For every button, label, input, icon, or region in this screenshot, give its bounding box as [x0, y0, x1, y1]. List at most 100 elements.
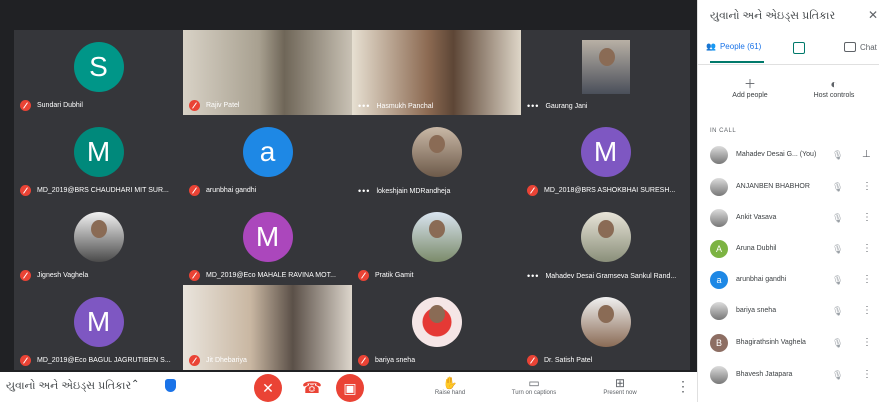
participant-photo: [581, 40, 630, 95]
present-button[interactable]: ⊞ Present now: [590, 376, 650, 396]
participant-avatar: a: [242, 127, 293, 178]
participant-tile[interactable]: M MD_2018@BRS ASHOKBHAI SURESH...: [521, 115, 690, 200]
in-call-heading: IN CALL: [710, 128, 737, 134]
participant-tile[interactable]: ••• Hasmukh Panchal: [352, 30, 521, 115]
participant-label: Jignesh Vaghela: [20, 270, 179, 281]
avatar: a: [710, 271, 728, 289]
add-people-button[interactable]: ＋ Add people: [710, 76, 790, 99]
participant-label: bariya sneha: [358, 355, 517, 366]
more-icon: •••: [527, 101, 540, 111]
participant-label: MD_2019@Eco BAGUL JAGRUTIBEN S...: [20, 355, 179, 366]
mic-off-icon: [358, 270, 369, 281]
more-options-icon[interactable]: ⋮: [862, 305, 872, 316]
top-bar: [0, 0, 697, 30]
present-icon: ⊞: [614, 376, 626, 390]
captions-label: Turn on captions: [511, 390, 557, 396]
mic-off-icon: 🎙: [832, 213, 844, 223]
more-options-icon[interactable]: ⋮: [862, 274, 872, 285]
tab-people[interactable]: 👥 People (61): [706, 42, 761, 51]
participant-label: MD_2019@Eco MAHALE RAVINA MOT...: [189, 270, 348, 281]
participant-label: Pratik Gamit: [358, 270, 517, 281]
participant-tile[interactable]: M MD_2019@Eco MAHALE RAVINA MOT...: [183, 200, 352, 285]
participant-list-item[interactable]: A Aruna Dubhil 🎙 ⋮: [698, 236, 879, 266]
participant-list-item[interactable]: ANJANBEN BHABHOR 🎙 ⋮: [698, 174, 879, 204]
participant-name: MD_2018@BRS ASHOKBHAI SURESH...: [544, 187, 676, 194]
participant-name: bariya sneha: [375, 357, 416, 364]
participant-grid: S Sundari Dubhil Rajiv Patel ••• Hasmukh …: [14, 30, 690, 370]
checklist-icon[interactable]: [793, 42, 805, 54]
captions-button[interactable]: ▭ Turn on captions: [504, 376, 564, 396]
participant-name: Jignesh Vaghela: [37, 272, 89, 279]
pin-icon[interactable]: ⊥: [862, 149, 871, 160]
participant-tile[interactable]: Jignesh Vaghela: [14, 200, 183, 285]
host-controls-button[interactable]: ◐ Host controls: [794, 76, 874, 99]
participant-tile[interactable]: M MD_2019@BRS CHAUDHARI MIT SUR...: [14, 115, 183, 200]
participant-list-item[interactable]: Bhavesh Jatapara 🎙 ⋮: [698, 362, 879, 392]
participant-name: arunbhai gandhi: [206, 187, 257, 194]
raise-hand-button[interactable]: ✋ Raise hand: [420, 376, 480, 396]
end-call-button[interactable]: ☎: [300, 378, 324, 397]
chevron-up-icon[interactable]: ⌃: [131, 379, 139, 390]
camera-toggle-button[interactable]: ▣: [336, 374, 364, 402]
participant-label: arunbhai gandhi: [189, 185, 348, 196]
participant-list-name: ANJANBEN BHABHOR: [736, 183, 810, 190]
participant-tile[interactable]: ••• Gaurang Jani: [521, 30, 690, 115]
hand-icon: ✋: [442, 376, 458, 390]
participant-tile[interactable]: Jit Dhebariya: [183, 285, 352, 370]
more-options-icon[interactable]: ⋮: [862, 243, 872, 254]
participant-tile[interactable]: bariya sneha: [352, 285, 521, 370]
participant-tile[interactable]: Pratik Gamit: [352, 200, 521, 285]
participant-name: MD_2019@BRS CHAUDHARI MIT SUR...: [37, 187, 169, 194]
bottom-toolbar: યુવાનો અને એઇડ્સ પ્રતિકાર ⌃ ✕ ☎ ▣ ✋ Raise…: [0, 372, 697, 402]
participant-tile[interactable]: ••• Mahadev Desai Gramseva Sankul Rand...: [521, 200, 690, 285]
participant-tile[interactable]: a arunbhai gandhi: [183, 115, 352, 200]
more-icon: •••: [358, 186, 371, 196]
toggle-icon: ◐: [830, 77, 838, 91]
participant-list-name: Mahadev Desai G... (You): [736, 151, 817, 158]
shield-icon[interactable]: [165, 379, 176, 392]
participant-name: Rajiv Patel: [206, 102, 240, 109]
participant-list-item[interactable]: a arunbhai gandhi 🎙 ⋮: [698, 267, 879, 297]
more-options-icon[interactable]: ⋮: [862, 181, 872, 192]
participant-name: Jit Dhebariya: [206, 357, 247, 364]
participant-list-item[interactable]: B Bhagirathsinh Vaghela 🎙 ⋮: [698, 330, 879, 360]
participant-list-name: arunbhai gandhi: [736, 276, 787, 283]
mic-off-icon: 🎙: [832, 370, 844, 380]
participant-list-item[interactable]: Ankit Vasava 🎙 ⋮: [698, 205, 879, 235]
participant-label: Rajiv Patel: [189, 100, 348, 111]
mic-off-icon: 🎙: [832, 306, 844, 316]
raise-hand-label: Raise hand: [434, 390, 466, 396]
participant-label: MD_2018@BRS ASHOKBHAI SURESH...: [527, 185, 686, 196]
participant-list-name: Aruna Dubhil: [736, 245, 777, 252]
participant-label: ••• Hasmukh Panchal: [358, 101, 517, 111]
mic-off-icon: [189, 270, 200, 281]
participant-name: Hasmukh Panchal: [376, 102, 434, 110]
meeting-title[interactable]: યુવાનો અને એઇડ્સ પ્રતિકાર: [6, 380, 131, 393]
tab-chat[interactable]: Chat: [844, 42, 877, 52]
tab-people-label: People (61): [719, 42, 762, 51]
participant-label: Sundari Dubhil: [20, 100, 179, 111]
participant-list-item[interactable]: bariya sneha 🎙 ⋮: [698, 298, 879, 328]
mic-toggle-button[interactable]: ✕: [254, 374, 282, 402]
participant-avatar: M: [73, 127, 124, 178]
phone-hangup-icon: ☎: [302, 380, 322, 397]
close-icon[interactable]: ✕: [868, 8, 878, 22]
mic-off-icon: [20, 270, 31, 281]
participant-tile[interactable]: Rajiv Patel: [183, 30, 352, 115]
more-options-icon[interactable]: ⋮: [862, 369, 872, 380]
mic-off-icon: 🎙: [832, 275, 844, 285]
more-options-icon[interactable]: ⋮: [676, 378, 690, 395]
more-icon: •••: [358, 101, 371, 111]
more-options-icon[interactable]: ⋮: [862, 212, 872, 223]
participant-tile[interactable]: Dr. Satish Patel: [521, 285, 690, 370]
participant-label: ••• Mahadev Desai Gramseva Sankul Rand...: [527, 271, 686, 281]
participant-list-name: bariya sneha: [736, 307, 777, 314]
participant-tile[interactable]: M MD_2019@Eco BAGUL JAGRUTIBEN S...: [14, 285, 183, 370]
participant-tile[interactable]: S Sundari Dubhil: [14, 30, 183, 115]
participant-name: MD_2019@Eco BAGUL JAGRUTIBEN S...: [37, 357, 171, 364]
participant-name: Pratik Gamit: [375, 272, 414, 279]
participant-name: Gaurang Jani: [545, 102, 588, 110]
participant-list-item[interactable]: Mahadev Desai G... (You) 🎙 ⊥: [698, 142, 879, 172]
more-options-icon[interactable]: ⋮: [862, 337, 872, 348]
participant-tile[interactable]: ••• lokeshjain MDRandheja: [352, 115, 521, 200]
